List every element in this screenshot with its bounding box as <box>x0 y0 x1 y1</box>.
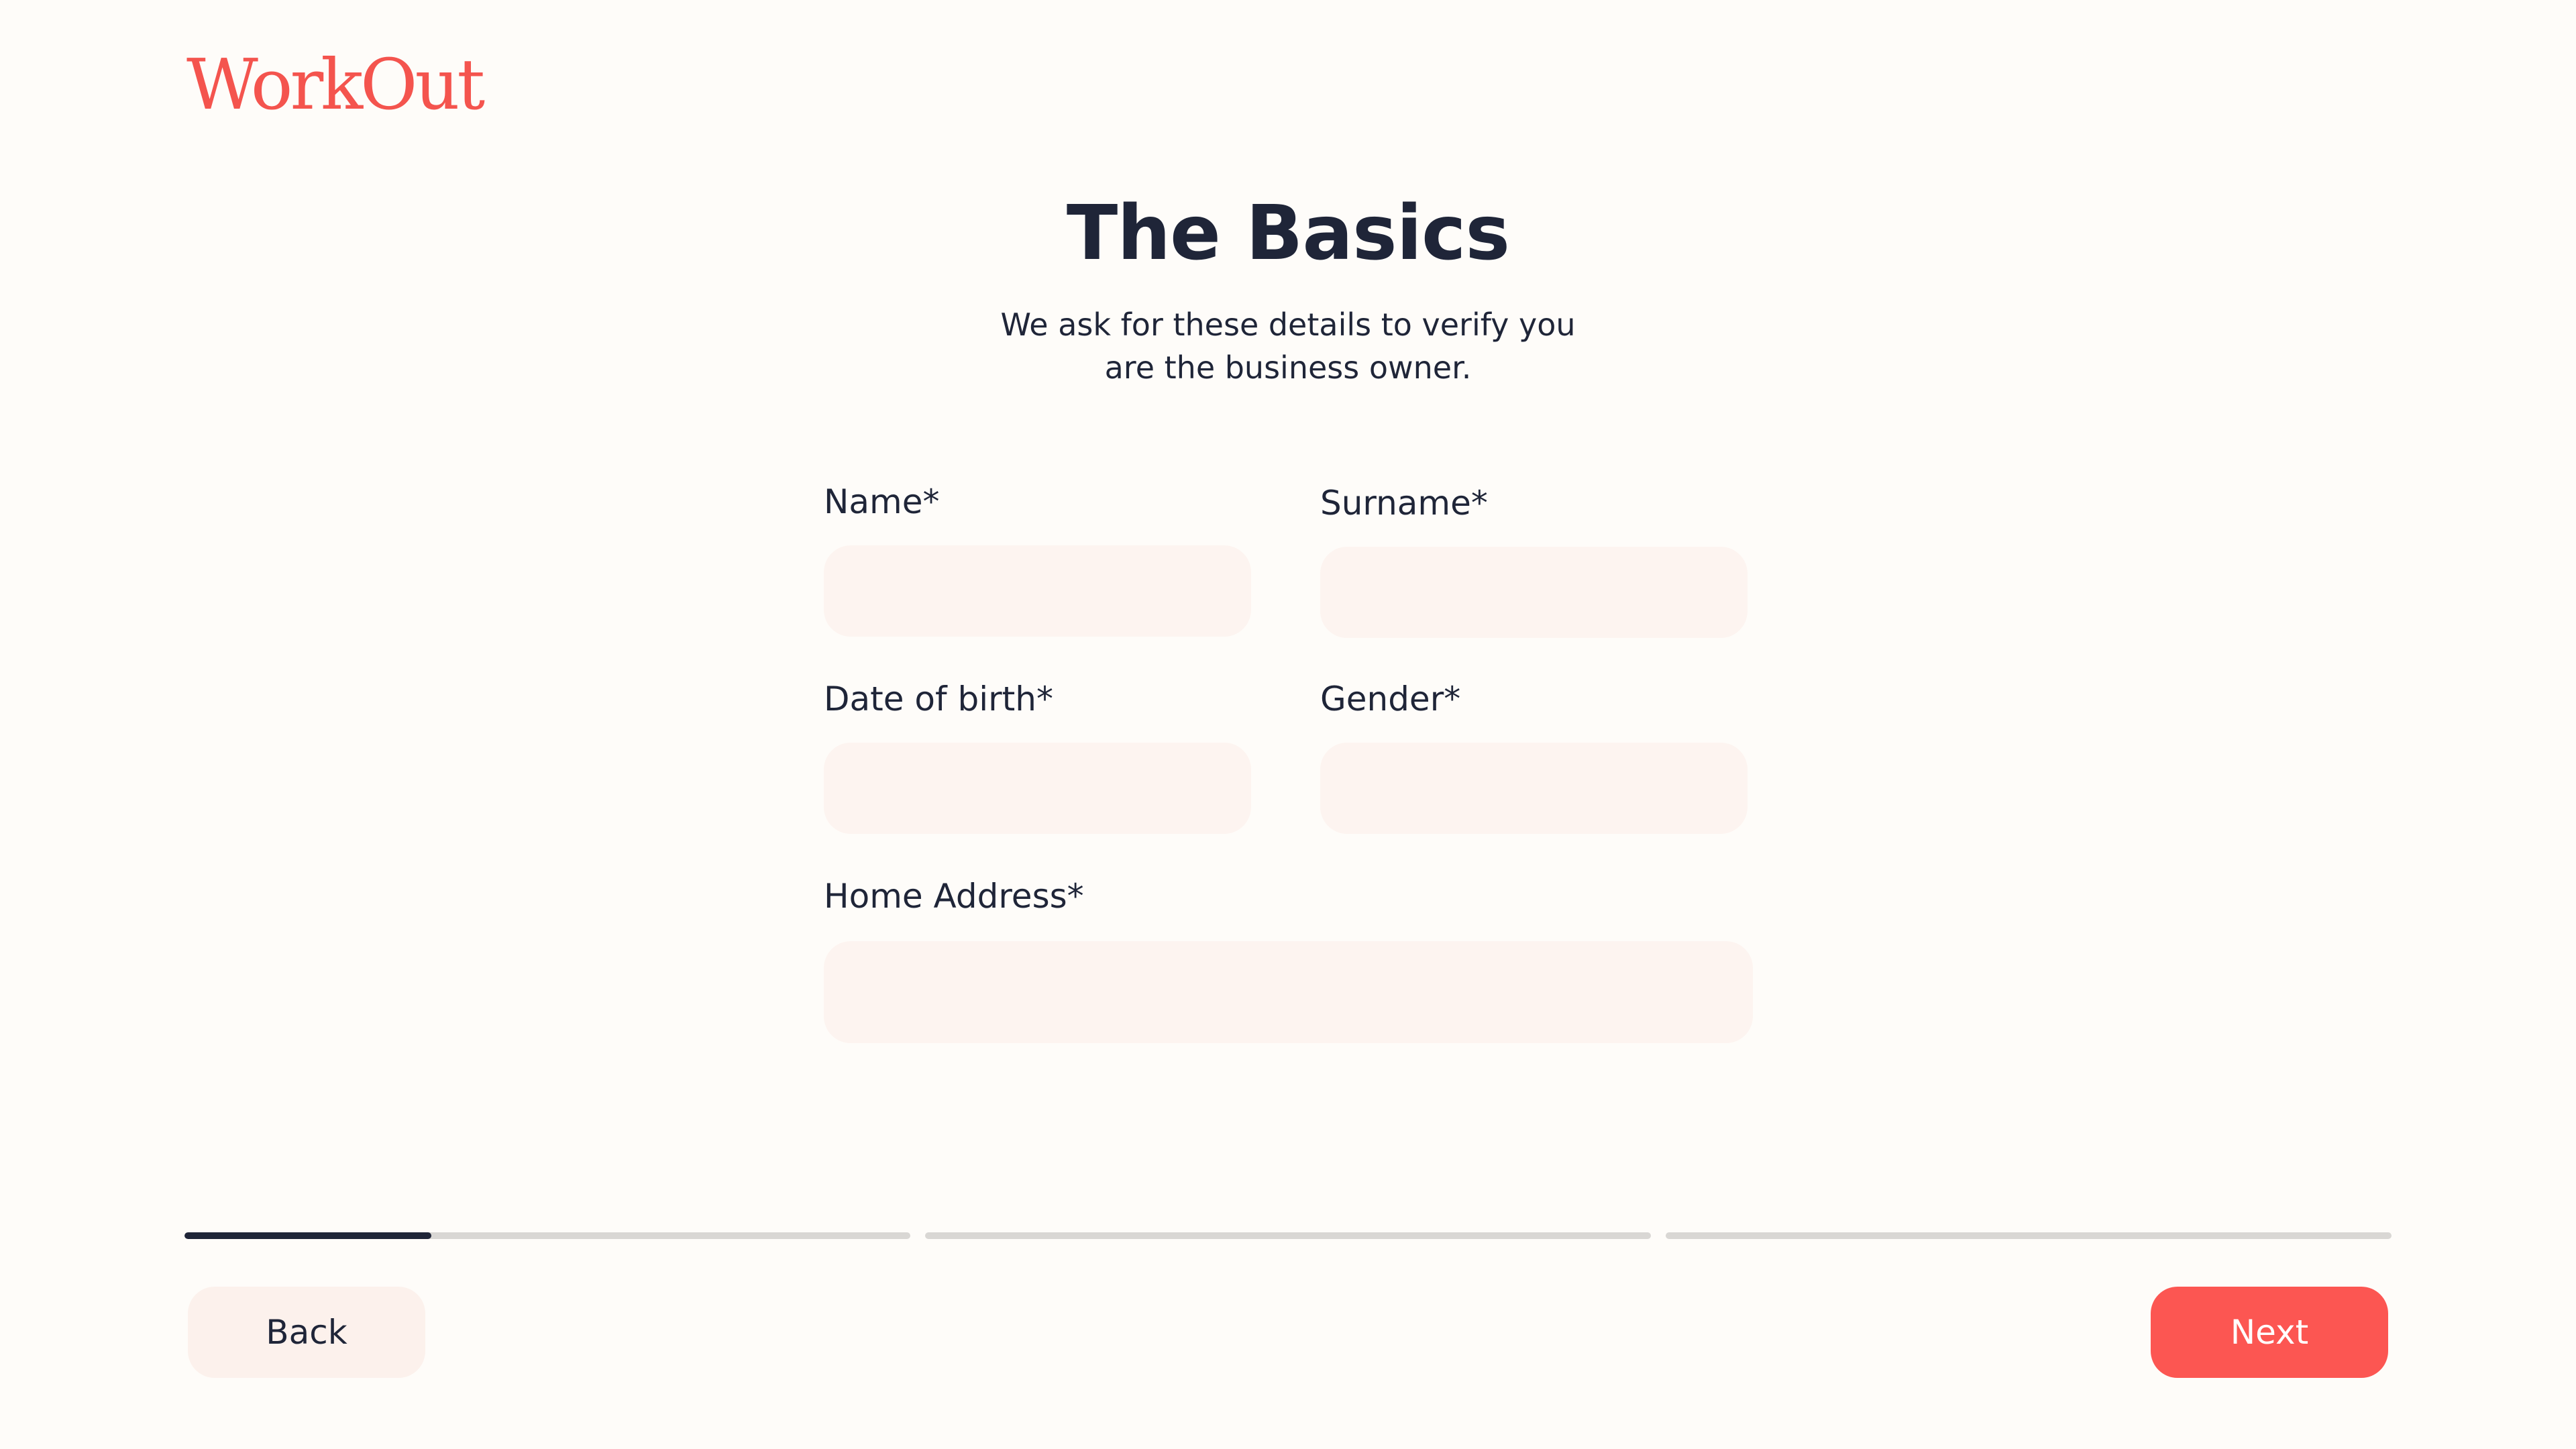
next-button[interactable]: Next <box>2151 1287 2388 1378</box>
subtitle-line-1: We ask for these details to verify you <box>1000 307 1576 343</box>
workout-logo: WorkOut <box>186 44 485 125</box>
progress-step-1 <box>184 1232 910 1239</box>
home-address-label: Home Address* <box>824 877 1084 916</box>
home-address-input[interactable] <box>824 941 1753 1043</box>
progress-step-3 <box>1666 1232 2392 1239</box>
dob-label: Date of birth* <box>824 680 1053 718</box>
name-label: Name* <box>824 482 940 521</box>
page-title: The Basics <box>1066 190 1510 277</box>
page-subtitle: We ask for these details to verify you a… <box>939 303 1637 389</box>
progress-step-2 <box>925 1232 1651 1239</box>
back-button[interactable]: Back <box>188 1287 425 1378</box>
surname-label: Surname* <box>1320 484 1488 523</box>
date-of-birth-input[interactable] <box>824 743 1251 834</box>
subtitle-line-2: are the business owner. <box>1104 350 1472 386</box>
progress-step-1-fill <box>184 1232 431 1239</box>
gender-label: Gender* <box>1320 680 1461 718</box>
gender-input[interactable] <box>1320 743 1748 834</box>
name-input[interactable] <box>824 545 1251 637</box>
surname-input[interactable] <box>1320 547 1748 638</box>
